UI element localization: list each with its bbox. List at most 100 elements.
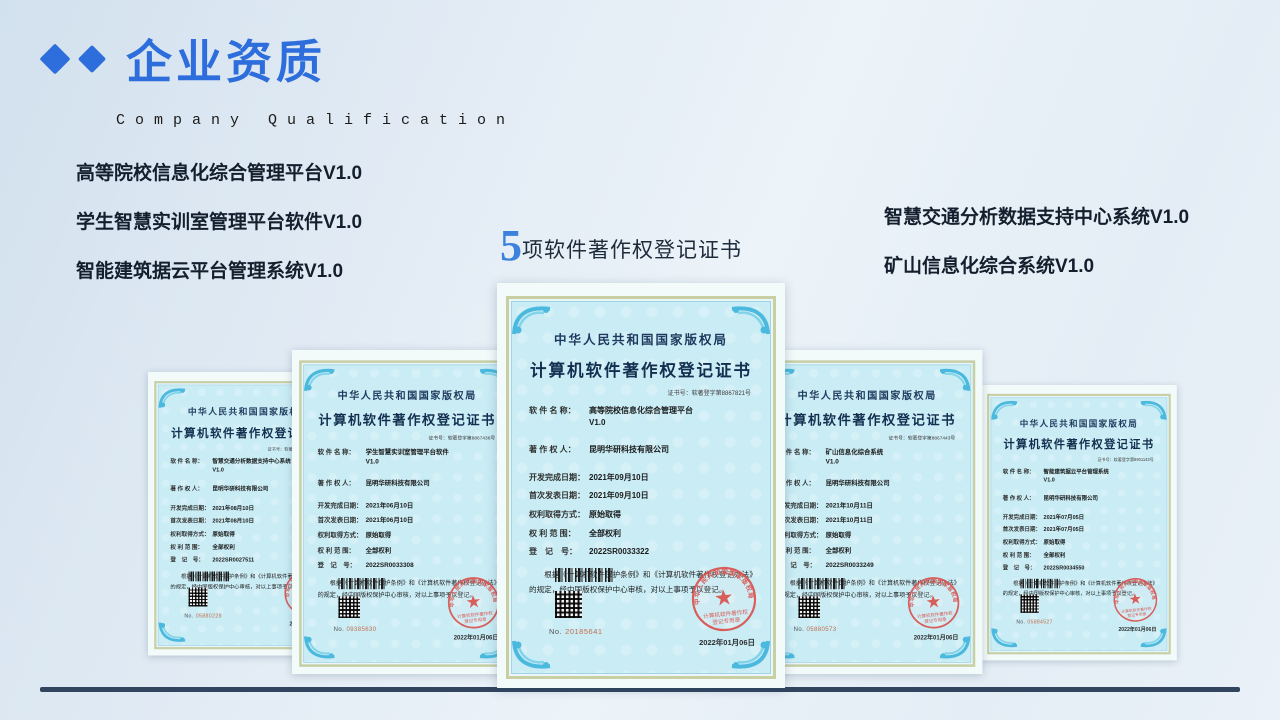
qr-code-image — [798, 596, 820, 618]
corner-flourish-icon — [159, 621, 188, 645]
page-subtitle: Company Qualification — [116, 112, 515, 129]
cert-field-pub-date: 首次发表日期： 2021年06月10日 — [318, 516, 497, 525]
barcode-image — [555, 568, 613, 582]
cert-field-reg-no: 登 记 号： 2022SR0033249 — [778, 561, 957, 570]
cert-title: 计算机软件著作权登记证书 — [509, 357, 773, 381]
cert-serial-number: No.05880228 — [184, 613, 221, 619]
cert-number: 证书号：软著登字第8867436号 — [302, 434, 513, 441]
copyright-seal-stamp: 中华人民共和国国家版权局 ★ 计算机软件著作权 登记专用章 — [903, 572, 965, 634]
product-item: 学生智慧实训室管理平台软件V1.0 — [76, 207, 362, 234]
corner-flourish-icon — [991, 627, 1020, 650]
cert-fields: 软 件 名 称： 智能建筑据云平台管理系统V1.0 著 作 权 人： 昆明华研科… — [1003, 468, 1155, 572]
caption-count: 5 — [500, 224, 522, 268]
cert-field-dev-date: 开发完成日期： 2021年10月11日 — [778, 501, 957, 510]
product-list-right: 智慧交通分析数据支持中心系统V1.0 矿山信息化综合系统V1.0 — [884, 202, 1189, 300]
corner-flourish-icon — [304, 365, 338, 392]
svg-text:★: ★ — [713, 584, 735, 611]
corner-flourish-icon — [728, 302, 770, 336]
diamond-icon — [39, 43, 70, 74]
svg-text:★: ★ — [465, 591, 483, 613]
cert-field-dev-date: 开发完成日期： 2021年09月10日 — [529, 472, 753, 484]
certificate-frame: 中华人民共和国国家版权局 计算机软件著作权登记证书 证书号：软著登字第88674… — [759, 360, 975, 666]
cert-field-reg-no: 登 记 号： 2022SR0033308 — [318, 561, 497, 570]
corner-flourish-icon — [512, 639, 554, 673]
cert-serial-number: No.20185641 — [549, 627, 603, 636]
cert-field-acquisition: 权利取得方式： 原始取得 — [778, 531, 957, 540]
cert-field-reg-no: 登 记 号： 2022SR0033322 — [529, 546, 753, 558]
barcode-image — [189, 572, 230, 582]
copyright-seal-stamp: 中华人民共和国国家版权局 ★ 计算机软件著作权 登记专用章 — [1109, 574, 1161, 626]
certificate-frame: 中华人民共和国国家版权局 计算机软件著作权登记证书 证书号：软著登字第88674… — [299, 360, 515, 666]
copyright-seal-stamp: 中华人民共和国国家版权局 ★ 计算机软件著作权 登记专用章 — [686, 561, 763, 638]
certificate-frame: 中华人民共和国国家版权局 计算机软件著作权登记证书 证书号：软著登字第88678… — [506, 296, 776, 679]
cert-issue-date: 2022年01月06日 — [699, 637, 755, 648]
certificate-image: 中华人民共和国国家版权局 计算机软件著作权登记证书 证书号：软著登字第88674… — [752, 350, 982, 674]
page-title: 企业资质 — [126, 26, 326, 92]
barcode-image — [338, 578, 384, 589]
cert-title: 计算机软件著作权登记证书 — [989, 435, 1169, 451]
cert-fields: 软 件 名 称： 高等院校信息化综合管理平台V1.0 著 作 权 人： 昆明华研… — [529, 405, 753, 558]
qr-code-image — [189, 588, 208, 607]
cert-field-pub-date: 首次发表日期： 2021年07月05日 — [1003, 526, 1155, 534]
corner-flourish-icon — [159, 385, 188, 409]
certificate-image: 中华人民共和国国家版权局 计算机软件著作权登记证书 证书号：软著登字第89011… — [981, 385, 1177, 660]
cert-fields: 软 件 名 称： 矿山信息化综合系统V1.0 著 作 权 人： 昆明华研科技有限… — [778, 448, 957, 570]
diamond-icon — [78, 45, 106, 73]
barcode-image — [798, 578, 844, 589]
cert-field-software-name: 软 件 名 称： 矿山信息化综合系统V1.0 — [778, 448, 957, 467]
cert-field-dev-date: 开发完成日期： 2021年07月05日 — [1003, 513, 1155, 521]
corner-flourish-icon — [1138, 398, 1167, 421]
cert-field-acquisition: 权利取得方式： 原始取得 — [1003, 539, 1155, 547]
caption-text: 项软件著作权登记证书 — [522, 234, 742, 268]
cert-number: 证书号：软著登字第8867821号 — [509, 388, 773, 397]
svg-text:★: ★ — [925, 591, 943, 613]
certificate-image: 中华人民共和国国家版权局 计算机软件著作权登记证书 证书号：软著登字第88674… — [292, 350, 522, 674]
cert-field-software-name: 软 件 名 称： 高等院校信息化综合管理平台V1.0 — [529, 405, 753, 428]
cert-field-software-name: 软 件 名 称： 学生智慧实训室管理平台软件V1.0 — [318, 448, 497, 467]
cert-field-pub-date: 首次发表日期： 2021年10月11日 — [778, 516, 957, 525]
cert-serial-number: No.05884527 — [1016, 619, 1052, 625]
cert-field-scope: 权 利 范 围： 全部权利 — [529, 528, 753, 540]
slide: 企业资质 Company Qualification 高等院校信息化综合管理平台… — [0, 0, 1280, 720]
copyright-seal-stamp: 中华人民共和国国家版权局 ★ 计算机软件著作权 登记专用章 — [443, 572, 505, 634]
cert-field-software-name: 软 件 名 称： 智能建筑据云平台管理系统V1.0 — [1003, 468, 1155, 484]
cert-serial-number: No.05880573 — [794, 625, 837, 632]
cert-field-pub-date: 首次发表日期： 2021年09月10日 — [529, 490, 753, 502]
product-item: 矿山信息化综合系统V1.0 — [884, 251, 1189, 278]
cert-field-reg-no: 登 记 号： 2022SR0034550 — [1003, 564, 1155, 572]
cert-issue-date: 2022年01月06日 — [914, 633, 959, 642]
cert-serial-number: No.09385630 — [334, 625, 377, 632]
cert-field-dev-date: 开发完成日期： 2021年06月10日 — [318, 501, 497, 510]
cert-number: 证书号：软著登字第8901143号 — [989, 456, 1169, 462]
certificates-caption: 5 项软件著作权登记证书 — [500, 224, 742, 268]
qr-code-image — [1020, 594, 1038, 612]
cert-fields: 软 件 名 称： 学生智慧实训室管理平台软件V1.0 著 作 权 人： 昆明华研… — [318, 448, 497, 570]
corner-flourish-icon — [937, 365, 971, 392]
certificate-image: 中华人民共和国国家版权局 计算机软件著作权登记证书 证书号：软著登字第88678… — [497, 283, 785, 688]
cert-field-scope: 权 利 范 围： 全部权利 — [1003, 551, 1155, 559]
cert-field-owner: 著 作 权 人： 昆明华研科技有限公司 — [1003, 495, 1155, 503]
slide-header: 企业资质 — [44, 26, 326, 92]
corner-flourish-icon — [512, 302, 554, 336]
certificate-frame: 中华人民共和国国家版权局 计算机软件著作权登记证书 证书号：软著登字第89011… — [987, 394, 1171, 654]
product-item: 高等院校信息化综合管理平台V1.0 — [76, 158, 362, 185]
corner-flourish-icon — [991, 398, 1020, 421]
qr-code-image — [338, 596, 360, 618]
barcode-image — [1020, 579, 1059, 589]
cert-title: 计算机软件著作权登记证书 — [762, 409, 973, 428]
product-item: 智能建筑据云平台管理系统V1.0 — [76, 256, 362, 283]
product-list-left: 高等院校信息化综合管理平台V1.0 学生智慧实训室管理平台软件V1.0 智能建筑… — [76, 158, 362, 305]
cert-issue-date: 2022年01月06日 — [454, 633, 499, 642]
cert-field-owner: 著 作 权 人： 昆明华研科技有限公司 — [778, 479, 957, 488]
qr-code-image — [555, 591, 582, 618]
cert-field-scope: 权 利 范 围： 全部权利 — [778, 546, 957, 555]
corner-flourish-icon — [304, 635, 338, 662]
cert-field-acquisition: 权利取得方式： 原始取得 — [318, 531, 497, 540]
cert-title: 计算机软件著作权登记证书 — [302, 409, 513, 428]
cert-number: 证书号：软著登字第8867443号 — [762, 434, 973, 441]
cert-field-acquisition: 权利取得方式： 原始取得 — [529, 509, 753, 521]
cert-field-owner: 著 作 权 人： 昆明华研科技有限公司 — [529, 444, 753, 456]
product-item: 智慧交通分析数据支持中心系统V1.0 — [884, 202, 1189, 229]
cert-issue-date: 2022年01月06日 — [1118, 626, 1156, 633]
cert-field-owner: 著 作 权 人： 昆明华研科技有限公司 — [318, 479, 497, 488]
